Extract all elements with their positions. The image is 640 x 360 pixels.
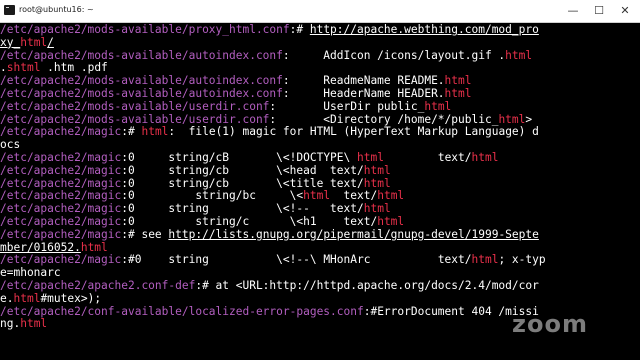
line-text: text/ <box>383 151 472 164</box>
file-path: /etc/apache2/magic <box>0 203 122 216</box>
match-highlight: html <box>303 190 331 203</box>
terminal-line: ocs <box>0 139 640 152</box>
file-path: /etc/apache2/magic <box>0 254 122 267</box>
match-highlight: html <box>357 151 384 164</box>
line-text: ocs <box>0 139 21 152</box>
line-text: . <box>0 62 7 75</box>
line-text: : ReadmeName README. <box>282 75 445 88</box>
file-path: /etc/apache2/mods-available/autoindex.co… <box>0 75 283 88</box>
url-link[interactable]: / <box>47 37 54 49</box>
line-text: :#0 string \<!--\ MHonArc text/ <box>121 254 472 267</box>
file-path: /etc/apache2/magic <box>0 177 122 190</box>
line-text: :0 string \<!-- text/ <box>121 203 364 216</box>
terminal-line: /etc/apache2/mods-available/autoindex.co… <box>0 50 640 63</box>
match-highlight: html <box>377 215 405 228</box>
match-highlight: html <box>363 203 391 216</box>
file-path: /etc/apache2/mods-available/autoindex.co… <box>0 49 283 62</box>
terminal-line: /etc/apache2/magic:0 string/cB \<!DOCTYP… <box>0 152 640 165</box>
match-highlight: html <box>20 36 48 49</box>
line-text: :0 string/bc \< <box>121 190 304 203</box>
terminal-line: /etc/apache2/magic:0 string/c \<h1 text/… <box>0 216 640 229</box>
line-text: : file(1) magic for HTML (HyperText Mark… <box>168 126 539 139</box>
terminal-line: /etc/apache2/magic:# see http://lists.gn… <box>0 229 640 242</box>
file-path: /etc/apache2/conf-available/localized-er… <box>0 305 364 318</box>
match-highlight: html <box>424 100 452 113</box>
terminal-line: .shtml .htm .pdf <box>0 62 640 75</box>
line-text: :# at <URL:http://httpd.apache.org/docs/… <box>195 279 539 292</box>
terminal-line: e.html#mutex>); <box>0 293 640 306</box>
line-text: : AddIcon /icons/layout.gif . <box>282 49 506 62</box>
match-highlight: html <box>498 113 526 126</box>
terminal-line: mber/016052.html <box>0 242 640 255</box>
file-path: /etc/apache2/magic <box>0 126 122 139</box>
terminal-line: /etc/apache2/magic:0 string/cb \<head te… <box>0 165 640 178</box>
file-path: /etc/apache2/mods-available/proxy_html.c… <box>0 24 290 36</box>
terminal-line: /etc/apache2/mods-available/autoindex.co… <box>0 75 640 88</box>
file-path: /etc/apache2/mods-available/userdir.conf <box>0 100 270 113</box>
line-text: ; x-typ <box>498 254 546 267</box>
terminal-line: /etc/apache2/mods-available/userdir.conf… <box>0 101 640 114</box>
match-highlight: html <box>505 49 533 62</box>
file-path: /etc/apache2/magic <box>0 228 122 241</box>
line-text: :0 string/cb \<title text/ <box>121 177 364 190</box>
line-text: > <box>525 113 539 126</box>
terminal-line: /etc/apache2/magic:#0 string \<!--\ MHon… <box>0 254 640 267</box>
match-highlight: html <box>444 87 472 100</box>
url-link[interactable]: http://lists.gnupg.org/pipermail/gnupg-d… <box>168 229 538 241</box>
minimize-button[interactable]: — <box>560 0 586 22</box>
line-text: :0 string/cb \<head text/ <box>121 164 364 177</box>
maximize-button[interactable]: ☐ <box>586 0 612 22</box>
match-highlight: html <box>141 126 169 139</box>
terminal-line: /etc/apache2/magic:0 string/cb \<title t… <box>0 178 640 191</box>
line-text: #mutex>); <box>40 292 102 305</box>
window-titlebar[interactable]: root@ubuntu16: ~ — ☐ ✕ <box>0 0 640 23</box>
file-path: /etc/apache2/magic <box>0 164 122 177</box>
close-button[interactable]: ✕ <box>612 0 638 22</box>
file-path: /etc/apache2/magic <box>0 151 122 164</box>
match-highlight: html <box>20 318 48 331</box>
line-text: e=mhonarc <box>0 267 61 280</box>
terminal-line: /etc/apache2/magic:# html: file(1) magic… <box>0 126 640 139</box>
line-text: :# see <box>121 228 169 241</box>
file-path: /etc/apache2/magic <box>0 215 122 228</box>
line-text: ng. <box>0 318 21 331</box>
terminal-line: /etc/apache2/apache2.conf-def:# at <URL:… <box>0 280 640 293</box>
file-path: /etc/apache2/magic <box>0 190 122 203</box>
terminal-icon <box>4 5 15 15</box>
terminal-line: /etc/apache2/mods-available/proxy_html.c… <box>0 24 640 37</box>
file-path: /etc/apache2/mods-available/autoindex.co… <box>0 87 283 100</box>
match-highlight: html <box>80 241 108 254</box>
match-highlight: html <box>471 254 499 267</box>
url-link[interactable]: xy_ <box>0 37 20 49</box>
line-text: : HeaderName HEADER. <box>282 87 445 100</box>
match-highlight: html <box>363 164 391 177</box>
match-highlight: html <box>363 177 391 190</box>
match-highlight: html <box>471 151 499 164</box>
terminal-line: /etc/apache2/mods-available/userdir.conf… <box>0 114 640 127</box>
line-text: : <Directory /home/*/public_ <box>269 113 499 126</box>
terminal-line: /etc/apache2/magic:0 string \<!-- text/h… <box>0 203 640 216</box>
file-path: /etc/apache2/apache2.conf-def <box>0 279 196 292</box>
terminal-line: /etc/apache2/mods-available/autoindex.co… <box>0 88 640 101</box>
terminal-line: /etc/apache2/magic:0 string/bc \<html te… <box>0 190 640 203</box>
file-path: /etc/apache2/mods-available/userdir.conf <box>0 113 270 126</box>
line-text: .htm .pdf <box>40 62 108 75</box>
zoom-watermark: zoom <box>512 310 588 338</box>
terminal-line: e=mhonarc <box>0 267 640 280</box>
match-highlight: shtml <box>6 62 41 75</box>
line-text: : UserDir public_ <box>269 100 425 113</box>
line-text: e. <box>0 292 14 305</box>
url-link[interactable]: http://apache.webthing.com/mod_pro <box>310 24 539 36</box>
window-title: root@ubuntu16: ~ <box>19 5 94 14</box>
line-text: text/ <box>330 190 378 203</box>
terminal-line: xy_html/ <box>0 37 640 50</box>
match-highlight: html <box>444 75 472 88</box>
line-text: :0 string/c \<h1 text/ <box>121 215 378 228</box>
match-highlight: html <box>377 190 405 203</box>
url-link[interactable]: mber/016052. <box>0 242 81 254</box>
match-highlight: html <box>13 292 41 305</box>
line-text: :# <box>121 126 142 139</box>
line-text: :0 string/cB \<!DOCTYPE\ <box>121 151 357 164</box>
line-text: :# <box>289 24 310 36</box>
